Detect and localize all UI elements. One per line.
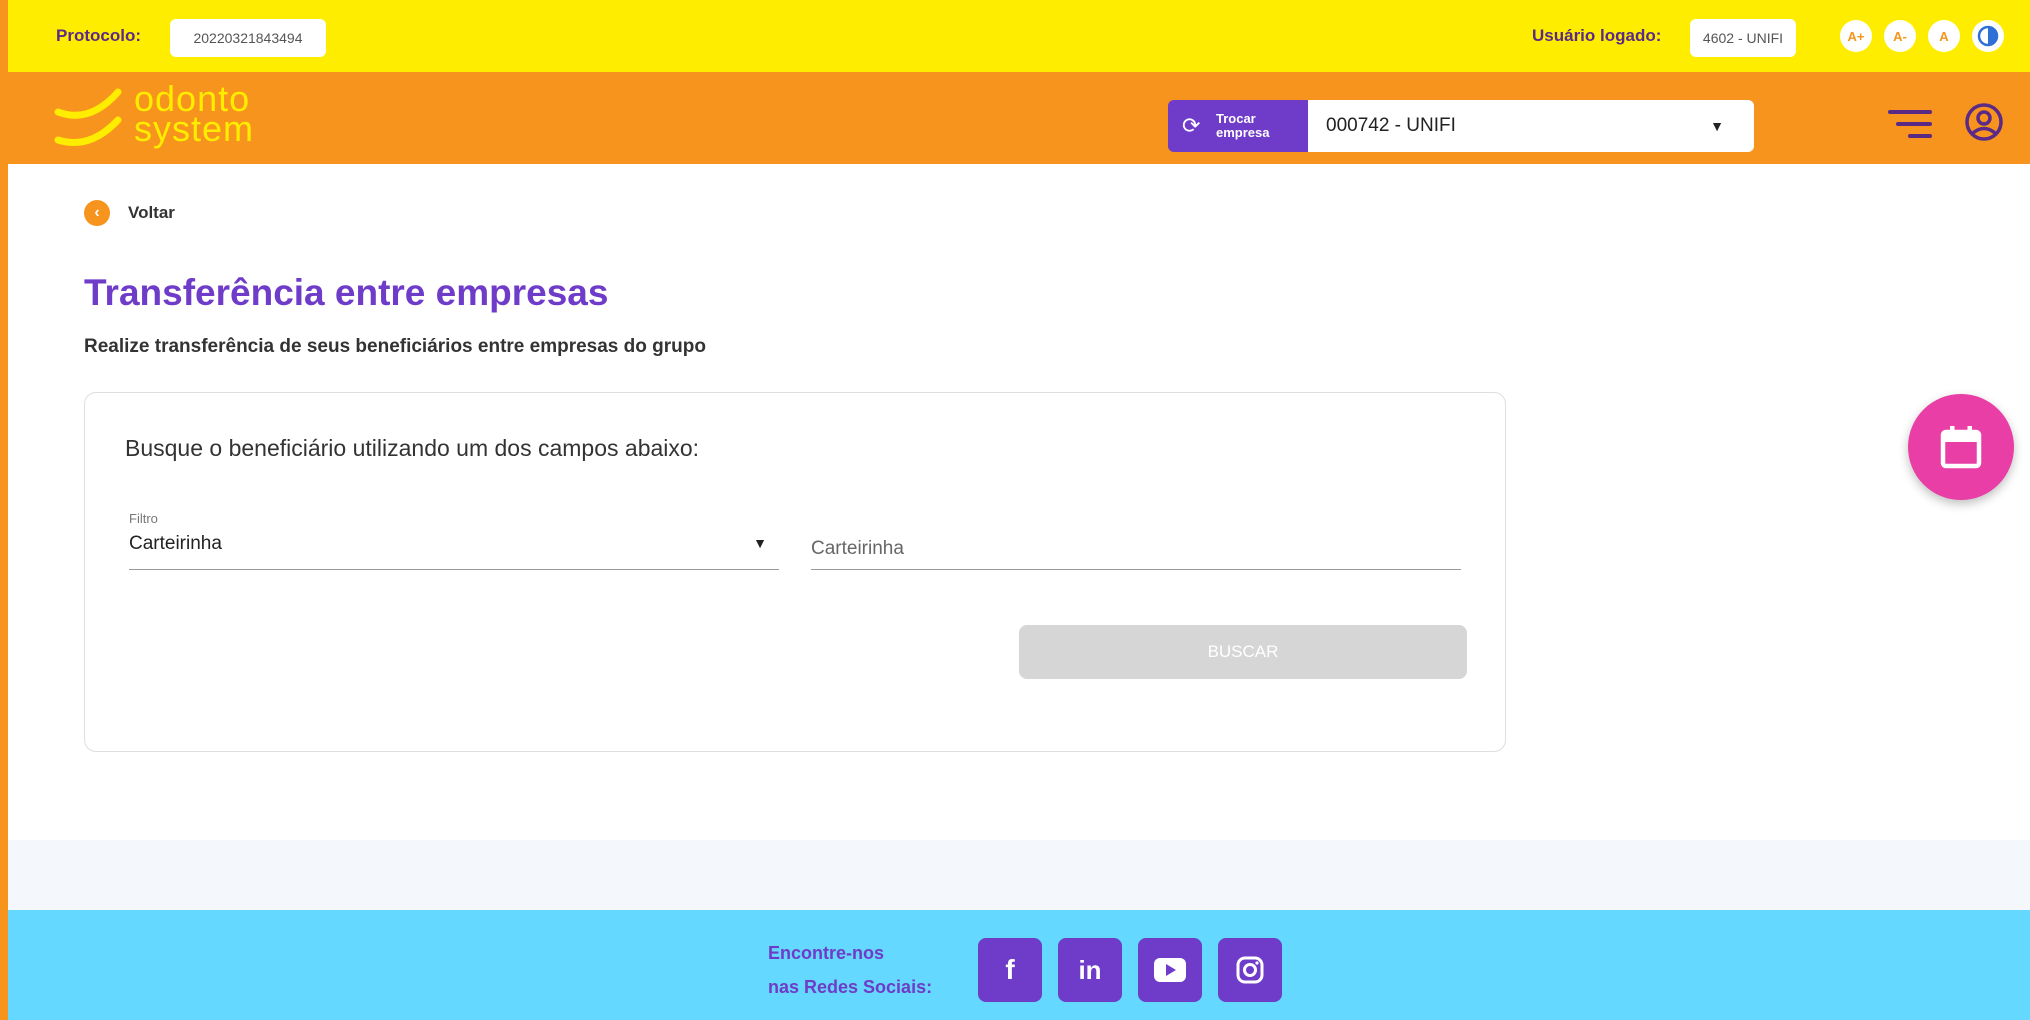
pre-footer-band	[8, 840, 2030, 910]
filter-label: Filtro	[129, 511, 158, 526]
youtube-icon[interactable]	[1138, 938, 1202, 1002]
logged-user-value: 4602 - UNIFI	[1690, 19, 1796, 57]
switch-company-label-2: empresa	[1216, 125, 1270, 140]
page-frame	[0, 0, 8, 1020]
odonto-system-logo[interactable]: odonto system	[52, 81, 272, 154]
company-select[interactable]: 000742 - UNIFI ▼	[1308, 100, 1754, 152]
linkedin-icon[interactable]: in	[1058, 938, 1122, 1002]
caret-down-icon: ▼	[1710, 118, 1724, 134]
refresh-icon: ⟳	[1182, 113, 1201, 138]
filter-select[interactable]: Carteirinha ▼	[129, 529, 779, 570]
menu-icon[interactable]	[1888, 110, 1932, 138]
protocol-value: 20220321843494	[170, 19, 326, 57]
search-button[interactable]: BUSCAR	[1019, 625, 1467, 679]
calendar-icon	[1940, 426, 1982, 469]
calendar-fab-button[interactable]	[1908, 394, 2014, 500]
protocol-label: Protocolo:	[56, 26, 141, 45]
social-label-line-1: Encontre-nos	[768, 943, 885, 963]
font-decrease-button[interactable]: A-	[1884, 20, 1916, 52]
font-increase-button[interactable]: A+	[1840, 20, 1872, 52]
back-link[interactable]: ‹ Voltar	[84, 200, 175, 226]
back-label: Voltar	[128, 203, 175, 222]
filter-select-value: Carteirinha	[129, 533, 222, 554]
chevron-left-icon: ‹	[84, 200, 110, 226]
logged-user-label: Usuário logado:	[1532, 26, 1662, 45]
switch-company-label-1: Trocar	[1216, 111, 1256, 126]
main-header: odonto system ⟳ Trocar empresa 000742 - …	[8, 72, 2030, 164]
user-profile-icon[interactable]	[1964, 102, 2004, 142]
top-bar: Protocolo: 20220321843494 Usuário logado…	[8, 0, 2030, 72]
search-input[interactable]	[811, 529, 1461, 570]
instagram-icon[interactable]	[1218, 938, 1282, 1002]
logo-smile-icon	[54, 88, 122, 146]
font-reset-button[interactable]: A	[1928, 20, 1960, 52]
contrast-icon	[1977, 25, 1999, 47]
page-subtitle: Realize transferência de seus beneficiár…	[84, 336, 706, 357]
logo-line-2: system	[134, 108, 255, 149]
card-heading: Busque o beneficiário utilizando um dos …	[125, 435, 700, 461]
company-select-value: 000742 - UNIFI	[1326, 115, 1456, 136]
switch-company-button[interactable]: ⟳ Trocar empresa	[1168, 100, 1308, 152]
page-title: Transferência entre empresas	[84, 272, 609, 313]
contrast-button[interactable]	[1972, 20, 2004, 52]
social-label-line-2: nas Redes Sociais:	[768, 977, 933, 997]
footer: Encontre-nos nas Redes Sociais: f in	[8, 910, 2030, 1020]
search-card: Busque o beneficiário utilizando um dos …	[84, 392, 1506, 752]
facebook-icon[interactable]: f	[978, 938, 1042, 1002]
caret-down-icon: ▼	[753, 535, 767, 551]
